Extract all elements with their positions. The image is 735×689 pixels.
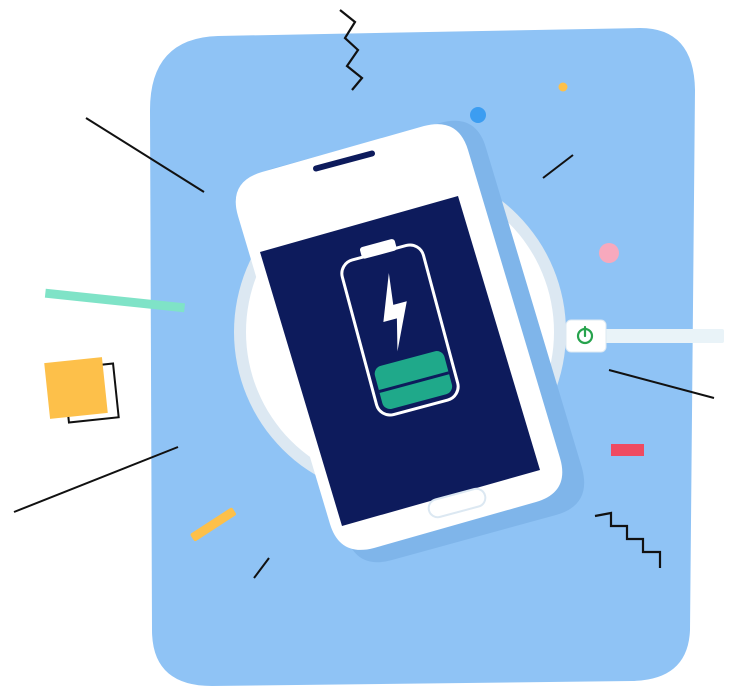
yellow-dot-decoration [558, 82, 568, 92]
pink-dot-decoration [599, 243, 619, 263]
red-dash-decoration [611, 444, 644, 456]
yellow-square-decoration [44, 357, 108, 419]
blue-dot-decoration [470, 107, 486, 123]
wireless-charging-illustration [0, 0, 735, 689]
